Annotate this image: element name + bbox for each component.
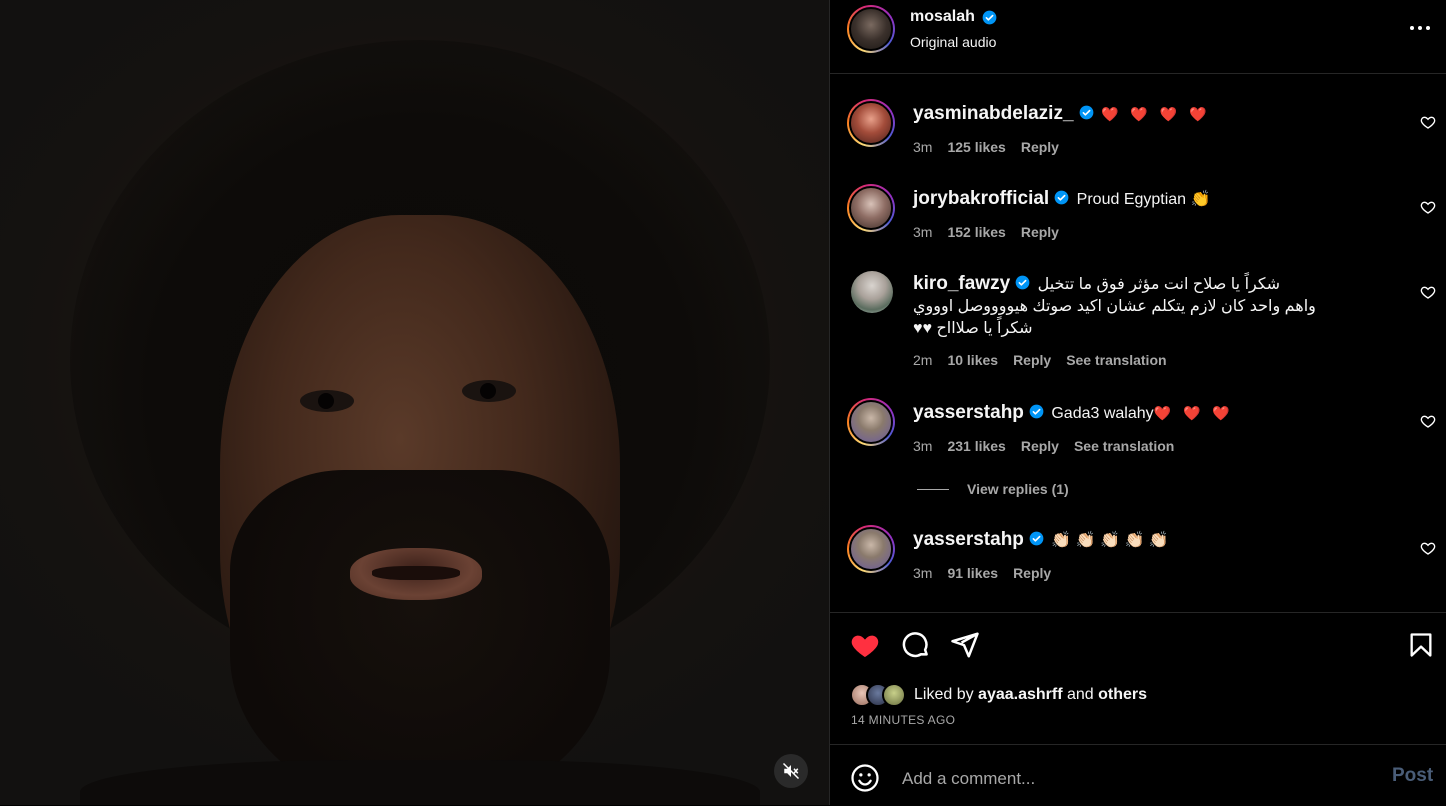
share-button[interactable] — [948, 628, 982, 662]
share-icon — [951, 632, 979, 658]
verified-badge-icon — [1015, 275, 1030, 290]
comment-like-heart-icon[interactable] — [1420, 413, 1436, 429]
actions-divider — [830, 612, 1446, 613]
video-frame-left-eye — [300, 390, 354, 412]
comment-likes[interactable]: 91 likes — [947, 565, 998, 581]
comment-text: yasserstahp 👏🏻 👏🏻 👏🏻 👏🏻 👏🏻 — [913, 529, 1383, 552]
comment-body: Proud Egyptian 👏 — [1076, 191, 1211, 208]
verified-badge-icon — [1029, 404, 1044, 419]
comment-likes[interactable]: 152 likes — [947, 224, 1005, 240]
reply-button[interactable]: Reply — [1021, 224, 1059, 240]
comment-like-heart-icon[interactable] — [1420, 284, 1436, 300]
more-options-button[interactable] — [1406, 16, 1434, 40]
commenter-avatar[interactable] — [851, 271, 893, 313]
comment-icon — [902, 632, 928, 658]
comment-time: 3m — [913, 565, 933, 581]
comment-text: jorybakrofficial Proud Egyptian 👏 — [913, 188, 1383, 211]
mute-icon — [782, 762, 800, 780]
verified-badge-icon — [1029, 531, 1044, 546]
reply-button[interactable]: Reply — [1021, 139, 1059, 155]
comment-time: 3m — [913, 224, 933, 240]
comment-time: 3m — [913, 438, 933, 454]
comment-body-hearts: ❤️ ❤️ ❤️ — [1153, 405, 1234, 421]
commenter-avatar[interactable] — [847, 184, 895, 232]
heart-icon — [851, 635, 879, 657]
commenter-avatar[interactable] — [847, 99, 895, 147]
liked-by-prefix: Liked by — [914, 686, 974, 703]
liked-by-user[interactable]: ayaa.ashrff — [978, 686, 1063, 703]
comment-likes[interactable]: 10 likes — [947, 352, 998, 368]
header-divider — [830, 73, 1446, 74]
commenter-avatar[interactable] — [847, 398, 895, 446]
comment-meta: 3m 91 likes Reply — [913, 565, 1066, 581]
original-audio-link[interactable]: Original audio — [910, 34, 996, 50]
view-replies-button[interactable]: View replies (1) — [917, 481, 1069, 497]
comment-meta: 3m 231 likes Reply See translation — [913, 438, 1189, 454]
comment-meta: 3m 152 likes Reply — [913, 224, 1074, 240]
comment-likes[interactable]: 231 likes — [947, 438, 1005, 454]
save-button[interactable] — [1404, 628, 1438, 662]
comment-button[interactable] — [899, 628, 933, 662]
comment-meta: 2m 10 likes Reply See translation — [913, 352, 1182, 368]
view-replies-label: View replies (1) — [967, 481, 1069, 497]
post-media-video[interactable] — [0, 0, 829, 805]
comment-likes[interactable]: 125 likes — [947, 139, 1005, 155]
liked-by-and: and — [1067, 686, 1094, 703]
author-username[interactable]: mosalah — [910, 8, 975, 26]
verified-badge-icon — [1079, 105, 1093, 120]
comment-text: kiro_fawzy شكراً يا صلاح انت مؤثر فوق ما… — [913, 273, 1363, 340]
bookmark-icon — [1410, 633, 1432, 657]
mute-button[interactable] — [774, 754, 808, 788]
commenter-username[interactable]: yasserstahp — [913, 402, 1024, 423]
like-button[interactable] — [848, 628, 882, 662]
commenter-username[interactable]: yasserstahp — [913, 529, 1024, 550]
post-comment-button[interactable]: Post — [1392, 765, 1433, 787]
comment-body: 👏🏻 👏🏻 👏🏻 👏🏻 👏🏻 — [1051, 532, 1169, 549]
verified-badge-icon — [982, 10, 997, 25]
commenter-username[interactable]: kiro_fawzy — [913, 273, 1010, 294]
video-frame-shirt — [80, 760, 760, 805]
commenter-username[interactable]: yasminabdelaziz_ — [913, 103, 1074, 124]
reply-button[interactable]: Reply — [1013, 565, 1051, 581]
comment-time: 2m — [913, 352, 933, 368]
comment-text: yasminabdelaziz_ ❤️ ❤️ ❤️ ❤️ — [913, 103, 1383, 126]
commenter-avatar[interactable] — [847, 525, 895, 573]
author-avatar[interactable] — [847, 5, 895, 53]
comment-input[interactable] — [900, 765, 1374, 793]
liker-avatar[interactable] — [882, 683, 906, 707]
comment-body-line-3: شكراً يا صلاااح ♥♥ — [913, 320, 1033, 337]
comment-composer: Post — [830, 744, 1446, 806]
more-icon — [1410, 26, 1430, 30]
reply-button[interactable]: Reply — [1021, 438, 1059, 454]
liked-by-others[interactable]: others — [1098, 686, 1147, 703]
video-frame-right-eye — [462, 380, 516, 402]
comment-body: Gada3 walahy — [1051, 405, 1154, 422]
liked-by-text: Liked by ayaa.ashrff and others — [914, 686, 1147, 704]
video-frame-mouth — [350, 548, 482, 600]
comment-like-heart-icon[interactable] — [1420, 540, 1436, 556]
comment-like-heart-icon[interactable] — [1420, 114, 1436, 130]
commenter-username[interactable]: jorybakrofficial — [913, 188, 1049, 209]
comment-like-heart-icon[interactable] — [1420, 199, 1436, 215]
post-timestamp[interactable]: 14 MINUTES AGO — [851, 713, 955, 727]
comment-text: yasserstahp Gada3 walahy❤️ ❤️ ❤️ — [913, 402, 1383, 425]
comment-time: 3m — [913, 139, 933, 155]
liked-by-row: Liked by ayaa.ashrff and others — [850, 683, 1147, 707]
see-translation-link[interactable]: See translation — [1074, 438, 1174, 454]
comment-meta: 3m 125 likes Reply — [913, 139, 1074, 155]
see-translation-link[interactable]: See translation — [1066, 352, 1166, 368]
comment-body: شكراً يا صلاح انت مؤثر فوق ما تتخيل — [1037, 276, 1281, 293]
emoji-icon[interactable] — [850, 763, 880, 793]
post-side-panel: mosalah Original audio yasminabdelaziz_ … — [829, 0, 1446, 805]
reply-button[interactable]: Reply — [1013, 352, 1051, 368]
comment-body-line-2: واهم واحد كان لازم يتكلم عشان اكيد صوتك … — [913, 298, 1316, 315]
verified-badge-icon — [1054, 190, 1069, 205]
view-replies-line — [917, 488, 949, 490]
comment-body: ❤️ ❤️ ❤️ ❤️ — [1100, 106, 1211, 122]
video-frame-beard — [230, 470, 610, 805]
